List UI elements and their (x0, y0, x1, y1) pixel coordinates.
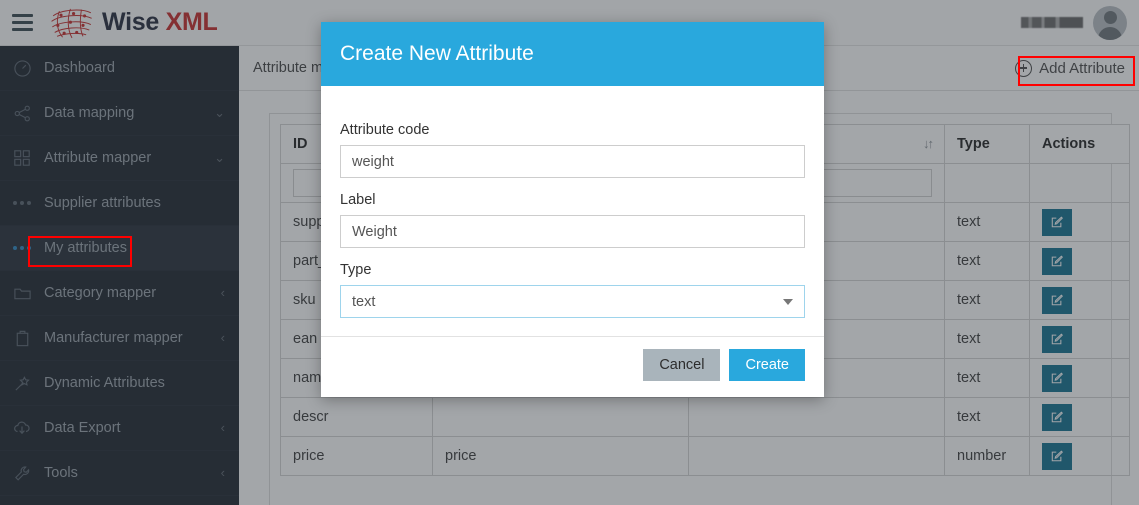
field-label-type: Type (340, 262, 372, 278)
field-label: Label (340, 192, 805, 248)
chevron-down-icon[interactable] (783, 299, 793, 305)
dialog-body: Attribute code Label Type text (321, 86, 824, 336)
create-button[interactable]: Create (729, 349, 805, 381)
field-label-label: Label (340, 192, 376, 208)
type-select[interactable]: text (340, 285, 805, 318)
create-attribute-dialog: Create New Attribute Attribute code Labe… (321, 22, 824, 397)
field-attribute-code: Attribute code (340, 122, 805, 178)
dialog-footer: Cancel Create (321, 336, 824, 397)
dialog-header: Create New Attribute (321, 22, 824, 86)
dialog-title: Create New Attribute (340, 42, 534, 65)
attribute-code-input[interactable] (340, 145, 805, 178)
field-label-attribute-code: Attribute code (340, 122, 430, 138)
field-type: Type text (340, 262, 805, 318)
label-input[interactable] (340, 215, 805, 248)
type-select-wrap: text (340, 285, 805, 318)
cancel-button[interactable]: Cancel (643, 349, 721, 381)
type-select-value: text (352, 293, 376, 310)
app-root: Wise XML Dashboard Data mapping ⌄ Attrib… (0, 0, 1139, 505)
